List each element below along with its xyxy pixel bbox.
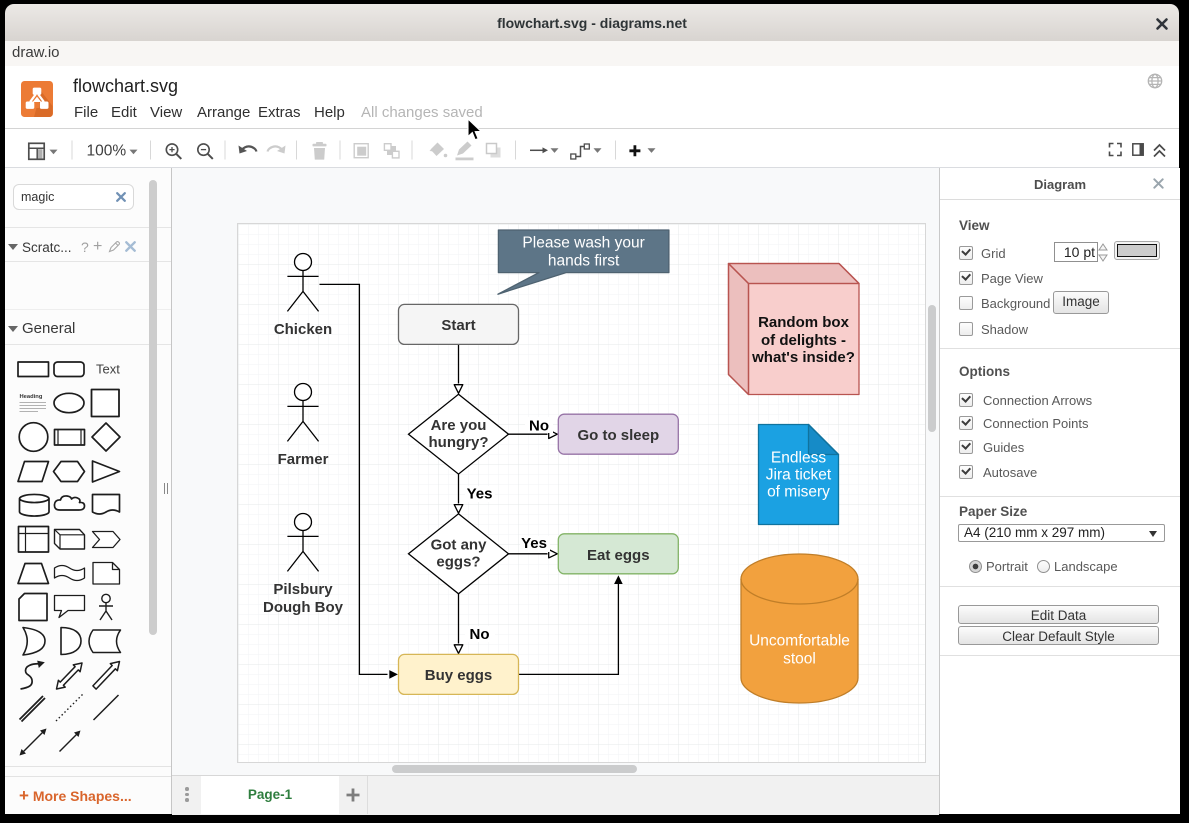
svg-text:hands first: hands first (548, 253, 620, 270)
svg-text:Text: Text (96, 362, 120, 377)
svg-text:eggs?: eggs? (436, 554, 480, 571)
svg-text:Eat eggs: Eat eggs (587, 547, 650, 564)
svg-text:Pilsbury: Pilsbury (273, 581, 333, 598)
svg-text:of delights -: of delights - (761, 332, 846, 349)
svg-text:hungry?: hungry? (429, 434, 489, 451)
svg-text:Farmer: Farmer (278, 451, 329, 468)
svg-text:Please wash your: Please wash your (522, 235, 644, 252)
svg-text:Got any: Got any (431, 537, 487, 554)
svg-text:Heading: Heading (20, 394, 43, 400)
svg-text:of misery: of misery (767, 484, 830, 501)
svg-text:Buy eggs: Buy eggs (425, 667, 493, 684)
svg-text:what's inside?: what's inside? (751, 349, 855, 366)
svg-text:No: No (529, 417, 549, 434)
svg-text:Yes: Yes (521, 535, 547, 552)
svg-text:Go to sleep: Go to sleep (577, 427, 659, 444)
svg-text:Yes: Yes (467, 486, 493, 503)
svg-text:Chicken: Chicken (274, 321, 332, 338)
svg-text:Are you: Are you (431, 417, 487, 434)
svg-text:stool: stool (783, 651, 816, 668)
svg-text:Random box: Random box (758, 314, 849, 331)
svg-text:No: No (470, 626, 490, 643)
svg-text:Uncomfortable: Uncomfortable (749, 633, 850, 650)
svg-text:100%: 100% (87, 143, 127, 160)
svg-text:Endless: Endless (771, 450, 826, 467)
svg-text:Dough Boy: Dough Boy (263, 599, 344, 616)
svg-text:Jira ticket: Jira ticket (766, 467, 832, 484)
svg-text:Start: Start (441, 317, 475, 334)
